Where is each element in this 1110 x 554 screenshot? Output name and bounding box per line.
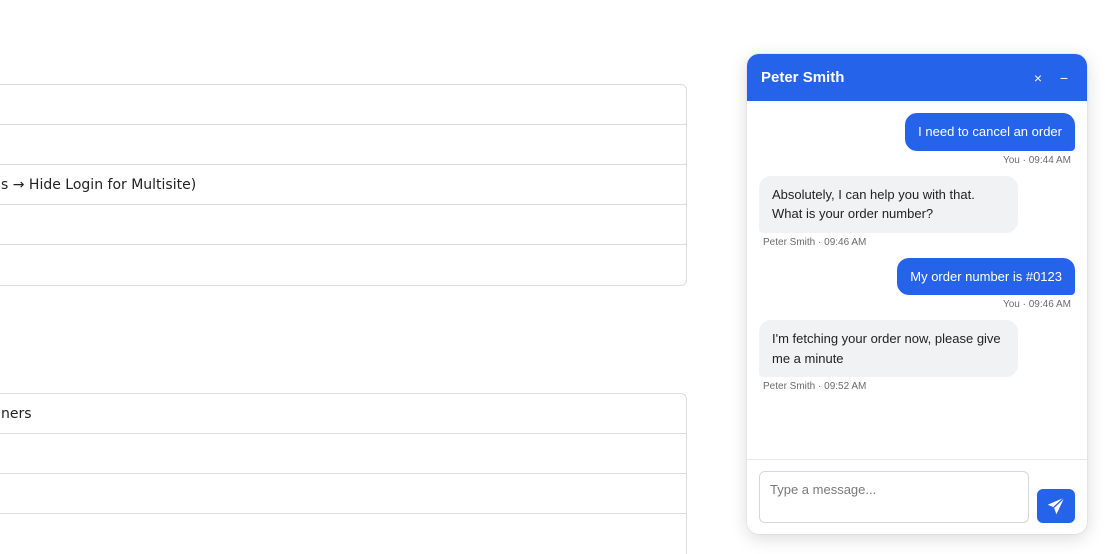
- message-incoming: I'm fetching your order now, please give…: [759, 320, 1075, 392]
- message-bubble: My order number is #0123: [897, 257, 1075, 295]
- message-bubble: Absolutely, I can help you with that. Wh…: [759, 175, 1018, 233]
- table-row: [0, 474, 686, 514]
- message-incoming: Absolutely, I can help you with that. Wh…: [759, 175, 1075, 248]
- table-row: ners: [0, 394, 686, 434]
- message-bubble: I need to cancel an order: [905, 113, 1075, 151]
- message-bubble: I'm fetching your order now, please give…: [759, 320, 1018, 377]
- message-input[interactable]: [759, 471, 1029, 523]
- message-meta: Peter Smith · 09:52 AM: [763, 381, 867, 392]
- message-meta: Peter Smith · 09:46 AM: [763, 236, 867, 248]
- send-icon: [1047, 497, 1065, 515]
- message-outgoing: I need to cancel an order You · 09:44 AM: [759, 113, 1075, 166]
- message-meta: You · 09:44 AM: [1002, 154, 1071, 166]
- table-row: [0, 85, 686, 125]
- table-row: s → Hide Login for Multisite): [0, 165, 686, 205]
- settings-table-bottom: ners: [0, 393, 687, 554]
- message-meta: You · 09:46 AM: [1002, 299, 1071, 310]
- chat-header: Peter Smith × −: [747, 54, 1087, 101]
- page: s → Hide Login for Multisite) ners Peter…: [0, 0, 1110, 554]
- chat-widget: Peter Smith × − I need to cancel an orde…: [747, 54, 1087, 534]
- table-row: [0, 245, 686, 285]
- message-outgoing: My order number is #0123 You · 09:46 AM: [759, 257, 1075, 310]
- settings-table-top: s → Hide Login for Multisite): [0, 84, 687, 286]
- table-row: [0, 205, 686, 245]
- table-row: [0, 125, 686, 165]
- close-icon[interactable]: ×: [1029, 69, 1047, 87]
- table-row: [0, 514, 686, 554]
- chat-composer: [747, 459, 1087, 534]
- message-list: I need to cancel an order You · 09:44 AM…: [747, 101, 1087, 459]
- chat-agent-name: Peter Smith: [761, 69, 845, 86]
- send-button[interactable]: [1037, 489, 1075, 523]
- minimize-icon[interactable]: −: [1055, 69, 1073, 87]
- table-row: [0, 434, 686, 474]
